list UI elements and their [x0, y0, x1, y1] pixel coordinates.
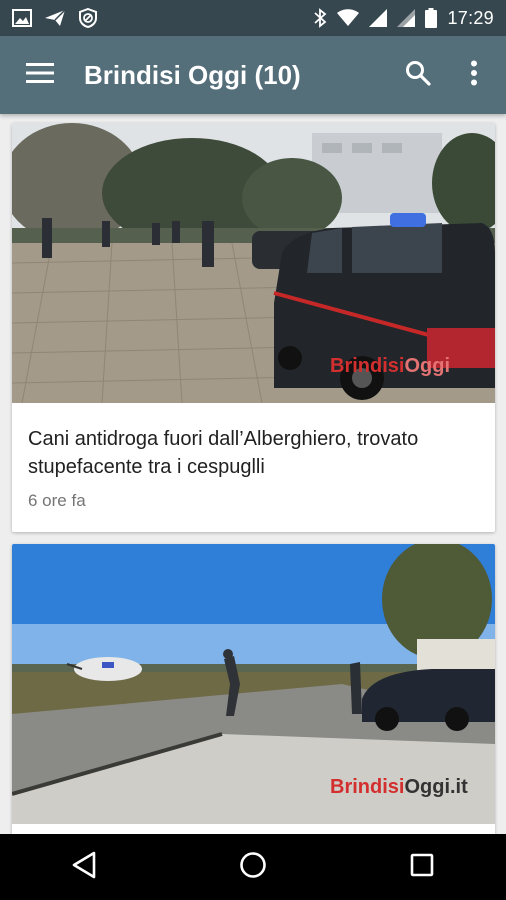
- article-title: Cani antidroga fuori dall’Alberghiero, t…: [28, 428, 419, 478]
- back-button[interactable]: [54, 837, 114, 897]
- battery-icon: [425, 8, 438, 28]
- article-timestamp: 6 ore fa: [28, 491, 86, 510]
- article-card[interactable]: BrindisiOggi Cani antidroga fuori dall’A…: [12, 123, 495, 532]
- overflow-menu-button[interactable]: [454, 55, 494, 95]
- image-watermark: BrindisiOggi.it: [330, 776, 468, 798]
- back-icon: [71, 851, 97, 884]
- bluetooth-icon: [313, 8, 327, 28]
- status-bar: 17:29: [0, 0, 506, 36]
- blocked-icon: [78, 8, 98, 28]
- search-button[interactable]: [398, 55, 438, 95]
- image-icon: [12, 9, 32, 27]
- app-title: Brindisi Oggi (10): [84, 59, 301, 90]
- home-button[interactable]: [223, 837, 283, 897]
- image-watermark: BrindisiOggi: [330, 355, 450, 377]
- paper-plane-icon: [44, 9, 66, 27]
- app-bar: Brindisi Oggi (10): [0, 36, 506, 114]
- signal-icon: [369, 9, 388, 27]
- signal-icon: [397, 9, 416, 27]
- clock: 17:29: [447, 7, 494, 28]
- menu-icon: [26, 62, 54, 88]
- navigation-bar: [0, 834, 506, 900]
- news-feed[interactable]: BrindisiOggi Cani antidroga fuori dall’A…: [0, 114, 506, 834]
- more-vert-icon: [470, 60, 478, 91]
- wifi-icon: [337, 9, 360, 27]
- article-image: BrindisiOggi.it: [12, 544, 495, 824]
- home-icon: [239, 851, 267, 884]
- recents-button[interactable]: [392, 837, 452, 897]
- search-icon: [405, 60, 431, 91]
- article-card[interactable]: BrindisiOggi.it: [12, 544, 495, 834]
- recents-icon: [410, 853, 434, 882]
- menu-button[interactable]: [20, 55, 60, 95]
- article-image: BrindisiOggi: [12, 123, 495, 403]
